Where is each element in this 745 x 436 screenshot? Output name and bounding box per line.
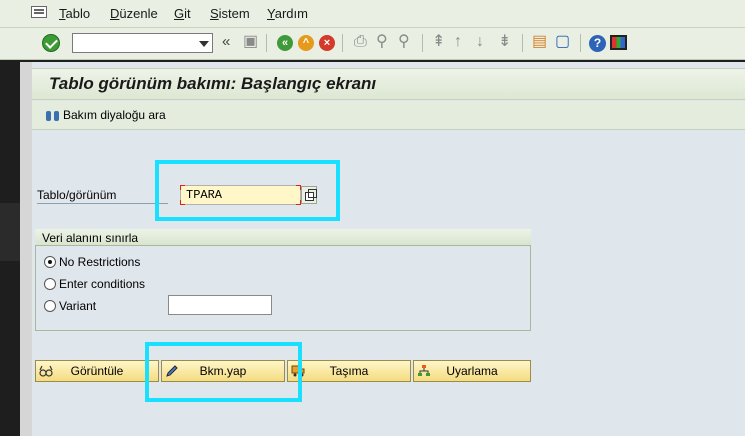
command-dropdown-icon[interactable]	[195, 34, 212, 52]
next-page-icon[interactable]: ↓	[476, 32, 484, 52]
menu-tablo[interactable]: Tablo	[59, 6, 90, 21]
label-underline	[37, 203, 168, 204]
radio-label: No Restrictions	[59, 255, 141, 269]
radio-label: Variant	[59, 299, 97, 313]
group-title: Veri alanını sınırla	[42, 231, 139, 245]
toolbar-separator	[342, 34, 343, 52]
page-title: Tablo görünüm bakımı: Başlangıç ekranı	[49, 74, 377, 93]
transport-button[interactable]: Taşıma	[287, 360, 411, 382]
table-view-label: Tablo/görünüm	[37, 188, 117, 202]
variant-input[interactable]	[168, 295, 272, 315]
menu-duzenle[interactable]: Düzenle	[110, 6, 158, 21]
cancel-icon[interactable]: ×	[319, 35, 335, 51]
left-background	[0, 0, 20, 436]
last-page-icon[interactable]: ⇟	[498, 32, 511, 52]
menu-yardim[interactable]: Yardım	[267, 6, 308, 21]
menu-label: ardım	[274, 6, 308, 21]
display-button[interactable]: Görüntüle	[35, 360, 159, 382]
command-field[interactable]	[72, 33, 213, 53]
toolbar-separator	[580, 34, 581, 52]
background-band	[0, 203, 20, 261]
menu-git[interactable]: Git	[174, 6, 191, 21]
menu-bar: Tablo Düzenle Git Sistem Yardım	[0, 0, 745, 28]
menu-accel: S	[210, 6, 219, 21]
menu-label: it	[184, 6, 191, 21]
highlight-box	[145, 342, 302, 402]
menu-label: istem	[218, 6, 250, 21]
binoculars-icon[interactable]	[46, 108, 60, 122]
menu-accel: G	[174, 6, 185, 21]
back-icon[interactable]: «	[277, 35, 293, 51]
toolbar-separator	[266, 34, 267, 52]
button-label: Görüntüle	[70, 364, 124, 378]
menu-label: üzenle	[119, 6, 158, 21]
radio-enter-conditions[interactable]	[44, 278, 56, 290]
find-maintenance-dialog-button[interactable]: Bakım diyaloğu ara	[63, 108, 166, 122]
radio-label: Enter conditions	[59, 277, 146, 291]
left-edge	[20, 62, 32, 436]
save-icon[interactable]: ▣	[243, 32, 258, 52]
collapse-icon[interactable]: «	[222, 33, 230, 50]
ok-icon[interactable]	[42, 34, 60, 52]
menu-accel: Y	[267, 6, 275, 21]
radio-variant[interactable]	[44, 300, 56, 312]
layout-icon[interactable]	[610, 35, 627, 50]
menu-label: ablo	[65, 6, 91, 21]
prev-page-icon[interactable]: ↑	[454, 32, 462, 52]
new-session-icon[interactable]: ▤	[532, 32, 547, 52]
find-icon[interactable]: ⚲	[376, 32, 388, 52]
button-label: Uyarlama	[446, 364, 498, 378]
system-menu-icon[interactable]	[31, 6, 47, 18]
toolbar-separator	[522, 34, 523, 52]
customize-button[interactable]: Uyarlama	[413, 360, 531, 382]
menu-sistem[interactable]: Sistem	[210, 6, 250, 21]
toolbar-separator	[422, 34, 423, 52]
shortcut-icon[interactable]: ▢	[555, 32, 570, 52]
exit-icon[interactable]: ^	[298, 35, 314, 51]
radio-no-restrictions[interactable]	[44, 256, 56, 268]
help-icon[interactable]: ?	[589, 35, 606, 52]
button-label: Taşıma	[329, 364, 369, 378]
highlight-box	[155, 160, 340, 221]
print-icon[interactable]: ⎙	[354, 32, 367, 52]
menu-accel: D	[110, 6, 120, 21]
first-page-icon[interactable]: ⇞	[432, 32, 445, 52]
find-next-icon[interactable]: ⚲	[398, 32, 410, 52]
